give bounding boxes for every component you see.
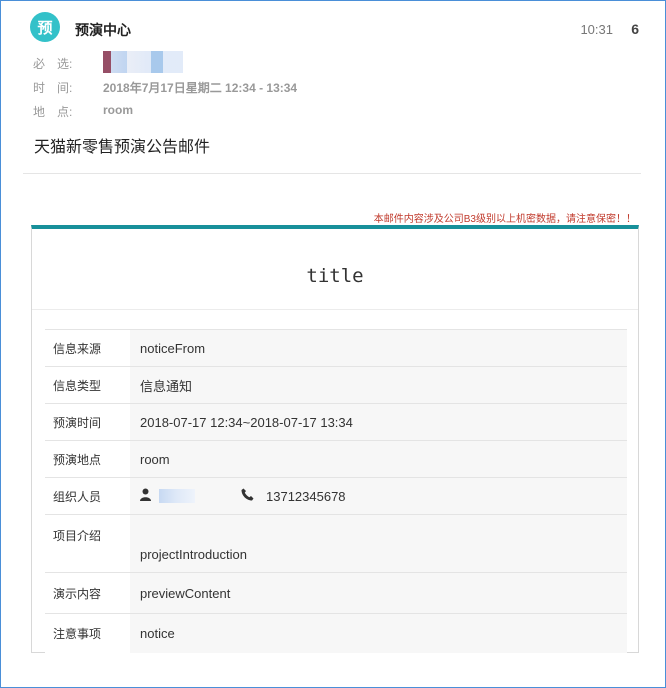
- recipient-avatar-blurred[interactable]: [103, 51, 183, 73]
- notice-value: notice: [130, 613, 627, 653]
- table-row: 注意事项 notice: [45, 613, 627, 653]
- place-label: 预演地点: [45, 440, 130, 478]
- table-row: 预演地点 room: [45, 440, 627, 478]
- sender-avatar: 预: [30, 12, 60, 42]
- info-table: 信息来源 noticeFrom 信息类型 信息通知 预演时间 2018-07-1…: [45, 329, 627, 653]
- message-count: 6: [631, 21, 639, 37]
- table-row: 信息类型 信息通知: [45, 366, 627, 404]
- notice-label: 注意事项: [45, 613, 130, 653]
- content-label: 演示内容: [45, 572, 130, 614]
- place-value: room: [130, 440, 627, 478]
- mail-subject: 天猫新零售预演公告邮件: [34, 139, 211, 156]
- meta-location-label: 地 点:: [33, 105, 73, 119]
- intro-label: 项目介绍: [45, 514, 130, 573]
- received-time: 10:31: [580, 22, 613, 37]
- person-icon: [140, 488, 151, 504]
- table-row: 信息来源 noticeFrom: [45, 329, 627, 367]
- mail-window: 预 预演中心 10:31 6 必 选: 时 间: 2018年7月17日星期二 1…: [0, 0, 666, 688]
- meta-location-row: 地 点: room: [33, 103, 133, 120]
- meta-time-row: 时 间: 2018年7月17日星期二 12:34 - 13:34: [33, 79, 297, 96]
- source-label: 信息来源: [45, 329, 130, 367]
- intro-value: projectIntroduction: [130, 514, 627, 573]
- organizer-value: 13712345678: [130, 477, 627, 515]
- meta-time-label: 时 间:: [33, 81, 73, 95]
- source-value: noticeFrom: [130, 329, 627, 367]
- sender-name[interactable]: 预演中心: [75, 20, 131, 40]
- type-label: 信息类型: [45, 366, 130, 404]
- meta-time-value: 2018年7月17日星期二 12:34 - 13:34: [103, 81, 298, 95]
- phone-icon: [241, 488, 254, 504]
- time-value: 2018-07-17 12:34~2018-07-17 13:34: [130, 403, 627, 441]
- content-value: previewContent: [130, 572, 627, 614]
- table-row: 组织人员 13712345678: [45, 477, 627, 515]
- meta-required-label: 必 选:: [33, 57, 73, 71]
- table-row: 预演时间 2018-07-17 12:34~2018-07-17 13:34: [45, 403, 627, 441]
- organizer-phone[interactable]: 13712345678: [266, 489, 346, 504]
- organizer-name-blurred[interactable]: [159, 489, 195, 504]
- table-row: 项目介绍 projectIntroduction: [45, 514, 627, 573]
- type-value: 信息通知: [130, 366, 627, 404]
- time-label: 预演时间: [45, 403, 130, 441]
- confidential-notice: 本邮件内容涉及公司B3级别以上机密数据，请注意保密！！: [373, 214, 636, 225]
- title-divider: [32, 309, 638, 310]
- card-title: title: [306, 265, 364, 287]
- table-row: 演示内容 previewContent: [45, 572, 627, 614]
- mail-body-card: title 信息来源 noticeFrom 信息类型 信息通知 预演时间 201…: [31, 225, 639, 653]
- meta-location-value: room: [103, 103, 133, 117]
- header-divider: [23, 173, 641, 174]
- organizer-label: 组织人员: [45, 477, 130, 515]
- meta-required-row: 必 选:: [33, 51, 183, 73]
